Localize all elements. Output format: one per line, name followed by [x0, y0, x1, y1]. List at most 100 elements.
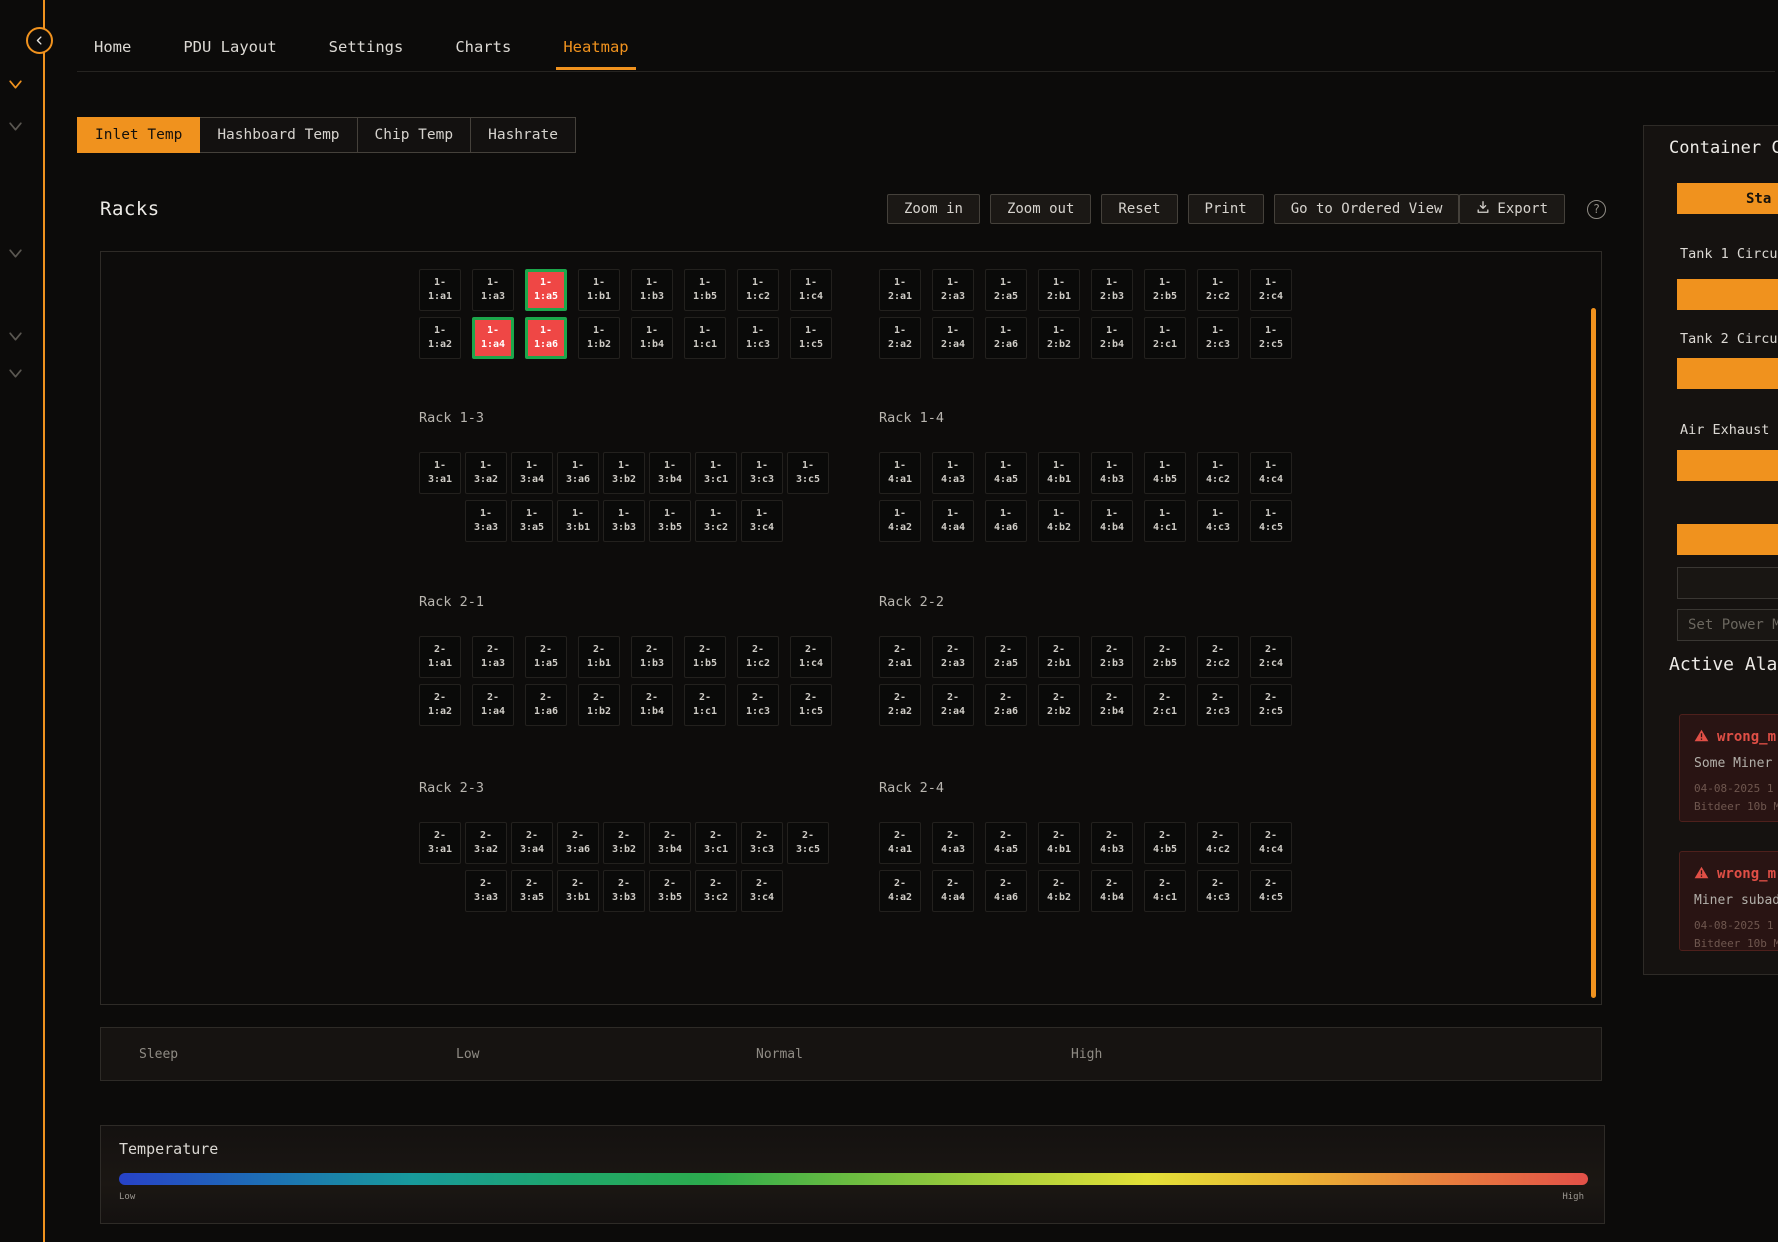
- collapse-sidebar-button[interactable]: [26, 27, 53, 54]
- miner-cell-1-1-c4[interactable]: 1-1:c4: [790, 269, 832, 311]
- air-exhaust-button[interactable]: [1677, 450, 1778, 481]
- help-icon[interactable]: ?: [1587, 200, 1606, 219]
- miner-cell-1-2-c4[interactable]: 1-2:c4: [1250, 269, 1292, 311]
- heatmap-scrollbar[interactable]: [1591, 308, 1596, 998]
- miner-cell-2-3-b5[interactable]: 2-3:b5: [649, 870, 691, 912]
- miner-cell-2-2-c5[interactable]: 2-2:c5: [1250, 684, 1292, 726]
- nav-item-settings[interactable]: Settings: [322, 26, 411, 70]
- miner-cell-2-1-c3[interactable]: 2-1:c3: [737, 684, 779, 726]
- miner-cell-1-4-c5[interactable]: 1-4:c5: [1250, 500, 1292, 542]
- miner-cell-2-2-c3[interactable]: 2-2:c3: [1197, 684, 1239, 726]
- miner-cell-1-2-c3[interactable]: 1-2:c3: [1197, 317, 1239, 359]
- miner-cell-2-4-b3[interactable]: 2-4:b3: [1091, 822, 1133, 864]
- miner-cell-1-1-b3[interactable]: 1-1:b3: [631, 269, 673, 311]
- miner-cell-1-3-a4[interactable]: 1-3:a4: [511, 452, 553, 494]
- nav-item-heatmap[interactable]: Heatmap: [556, 26, 635, 70]
- miner-cell-2-1-b5[interactable]: 2-1:b5: [684, 636, 726, 678]
- miner-cell-1-3-a1[interactable]: 1-3:a1: [419, 452, 461, 494]
- miner-cell-1-3-a2[interactable]: 1-3:a2: [465, 452, 507, 494]
- tank2-circulation-button[interactable]: [1677, 358, 1778, 389]
- miner-cell-1-2-c5[interactable]: 1-2:c5: [1250, 317, 1292, 359]
- miner-cell-2-4-c2[interactable]: 2-4:c2: [1197, 822, 1239, 864]
- zoom-out-button[interactable]: Zoom out: [990, 194, 1091, 224]
- miner-cell-1-4-a1[interactable]: 1-4:a1: [879, 452, 921, 494]
- miner-cell-2-1-a3[interactable]: 2-1:a3: [472, 636, 514, 678]
- print-button[interactable]: Print: [1188, 194, 1264, 224]
- miner-cell-1-4-c3[interactable]: 1-4:c3: [1197, 500, 1239, 542]
- miner-cell-1-4-b1[interactable]: 1-4:b1: [1038, 452, 1080, 494]
- miner-cell-1-3-b3[interactable]: 1-3:b3: [603, 500, 645, 542]
- miner-cell-1-1-b1[interactable]: 1-1:b1: [578, 269, 620, 311]
- miner-cell-1-1-b2[interactable]: 1-1:b2: [578, 317, 620, 359]
- miner-cell-2-1-b3[interactable]: 2-1:b3: [631, 636, 673, 678]
- alarm-card[interactable]: wrong_mSome Miner04-08-2025 1Bitdeer 10b…: [1679, 714, 1778, 822]
- miner-cell-1-3-c2[interactable]: 1-3:c2: [695, 500, 737, 542]
- miner-cell-1-3-a6[interactable]: 1-3:a6: [557, 452, 599, 494]
- miner-cell-1-4-c2[interactable]: 1-4:c2: [1197, 452, 1239, 494]
- miner-cell-1-3-b2[interactable]: 1-3:b2: [603, 452, 645, 494]
- nav-item-charts[interactable]: Charts: [448, 26, 518, 70]
- miner-cell-1-4-a3[interactable]: 1-4:a3: [932, 452, 974, 494]
- miner-cell-1-2-b2[interactable]: 1-2:b2: [1038, 317, 1080, 359]
- miner-cell-1-3-c3[interactable]: 1-3:c3: [741, 452, 783, 494]
- miner-cell-1-2-a2[interactable]: 1-2:a2: [879, 317, 921, 359]
- miner-cell-2-3-c4[interactable]: 2-3:c4: [741, 870, 783, 912]
- miner-cell-2-1-a2[interactable]: 2-1:a2: [419, 684, 461, 726]
- miner-cell-2-3-c2[interactable]: 2-3:c2: [695, 870, 737, 912]
- miner-cell-2-1-b4[interactable]: 2-1:b4: [631, 684, 673, 726]
- miner-cell-1-4-a6[interactable]: 1-4:a6: [985, 500, 1027, 542]
- nav-item-pdu-layout[interactable]: PDU Layout: [176, 26, 283, 70]
- miner-cell-2-1-c4[interactable]: 2-1:c4: [790, 636, 832, 678]
- miner-cell-2-2-a3[interactable]: 2-2:a3: [932, 636, 974, 678]
- nav-item-home[interactable]: Home: [87, 26, 138, 70]
- miner-cell-1-2-b1[interactable]: 1-2:b1: [1038, 269, 1080, 311]
- alarm-card[interactable]: wrong_mMiner subad04-08-2025 1Bitdeer 10…: [1679, 851, 1778, 951]
- miner-cell-2-4-c5[interactable]: 2-4:c5: [1250, 870, 1292, 912]
- miner-cell-2-4-b1[interactable]: 2-4:b1: [1038, 822, 1080, 864]
- miner-cell-1-1-a6[interactable]: 1-1:a6: [525, 317, 567, 359]
- miner-cell-2-4-a5[interactable]: 2-4:a5: [985, 822, 1027, 864]
- miner-cell-2-2-c2[interactable]: 2-2:c2: [1197, 636, 1239, 678]
- miner-cell-2-4-a2[interactable]: 2-4:a2: [879, 870, 921, 912]
- miner-cell-2-4-a3[interactable]: 2-4:a3: [932, 822, 974, 864]
- miner-cell-1-4-b4[interactable]: 1-4:b4: [1091, 500, 1133, 542]
- miner-cell-2-1-c5[interactable]: 2-1:c5: [790, 684, 832, 726]
- panel-value-input[interactable]: [1677, 567, 1778, 599]
- miner-cell-2-1-a6[interactable]: 2-1:a6: [525, 684, 567, 726]
- miner-cell-1-1-a3[interactable]: 1-1:a3: [472, 269, 514, 311]
- tank1-circulation-button[interactable]: [1677, 279, 1778, 310]
- export-button[interactable]: Export: [1459, 194, 1565, 224]
- tab-hashboard-temp[interactable]: Hashboard Temp: [199, 117, 357, 153]
- miner-cell-2-2-c4[interactable]: 2-2:c4: [1250, 636, 1292, 678]
- miner-cell-1-3-c1[interactable]: 1-3:c1: [695, 452, 737, 494]
- miner-cell-1-2-b3[interactable]: 1-2:b3: [1091, 269, 1133, 311]
- miner-cell-2-4-b5[interactable]: 2-4:b5: [1144, 822, 1186, 864]
- miner-cell-1-4-a4[interactable]: 1-4:a4: [932, 500, 974, 542]
- miner-cell-1-1-a5[interactable]: 1-1:a5: [525, 269, 567, 311]
- miner-cell-1-1-c3[interactable]: 1-1:c3: [737, 317, 779, 359]
- miner-cell-1-2-a3[interactable]: 1-2:a3: [932, 269, 974, 311]
- miner-cell-2-3-a5[interactable]: 2-3:a5: [511, 870, 553, 912]
- miner-cell-2-2-b2[interactable]: 2-2:b2: [1038, 684, 1080, 726]
- miner-cell-2-3-b3[interactable]: 2-3:b3: [603, 870, 645, 912]
- miner-cell-2-4-b2[interactable]: 2-4:b2: [1038, 870, 1080, 912]
- miner-cell-1-1-c2[interactable]: 1-1:c2: [737, 269, 779, 311]
- reset-button[interactable]: Reset: [1101, 194, 1177, 224]
- miner-cell-1-2-a1[interactable]: 1-2:a1: [879, 269, 921, 311]
- miner-cell-2-2-a5[interactable]: 2-2:a5: [985, 636, 1027, 678]
- miner-cell-2-1-b1[interactable]: 2-1:b1: [578, 636, 620, 678]
- zoom-in-button[interactable]: Zoom in: [887, 194, 980, 224]
- miner-cell-1-1-a1[interactable]: 1-1:a1: [419, 269, 461, 311]
- miner-cell-2-2-b1[interactable]: 2-2:b1: [1038, 636, 1080, 678]
- miner-cell-2-3-b2[interactable]: 2-3:b2: [603, 822, 645, 864]
- miner-cell-1-4-b5[interactable]: 1-4:b5: [1144, 452, 1186, 494]
- miner-cell-2-3-c3[interactable]: 2-3:c3: [741, 822, 783, 864]
- miner-cell-2-1-b2[interactable]: 2-1:b2: [578, 684, 620, 726]
- miner-cell-2-4-c1[interactable]: 2-4:c1: [1144, 870, 1186, 912]
- miner-cell-2-3-c1[interactable]: 2-3:c1: [695, 822, 737, 864]
- miner-cell-2-3-a1[interactable]: 2-3:a1: [419, 822, 461, 864]
- miner-cell-1-1-b5[interactable]: 1-1:b5: [684, 269, 726, 311]
- miner-cell-1-3-b4[interactable]: 1-3:b4: [649, 452, 691, 494]
- miner-cell-2-2-a4[interactable]: 2-2:a4: [932, 684, 974, 726]
- miner-cell-1-2-c1[interactable]: 1-2:c1: [1144, 317, 1186, 359]
